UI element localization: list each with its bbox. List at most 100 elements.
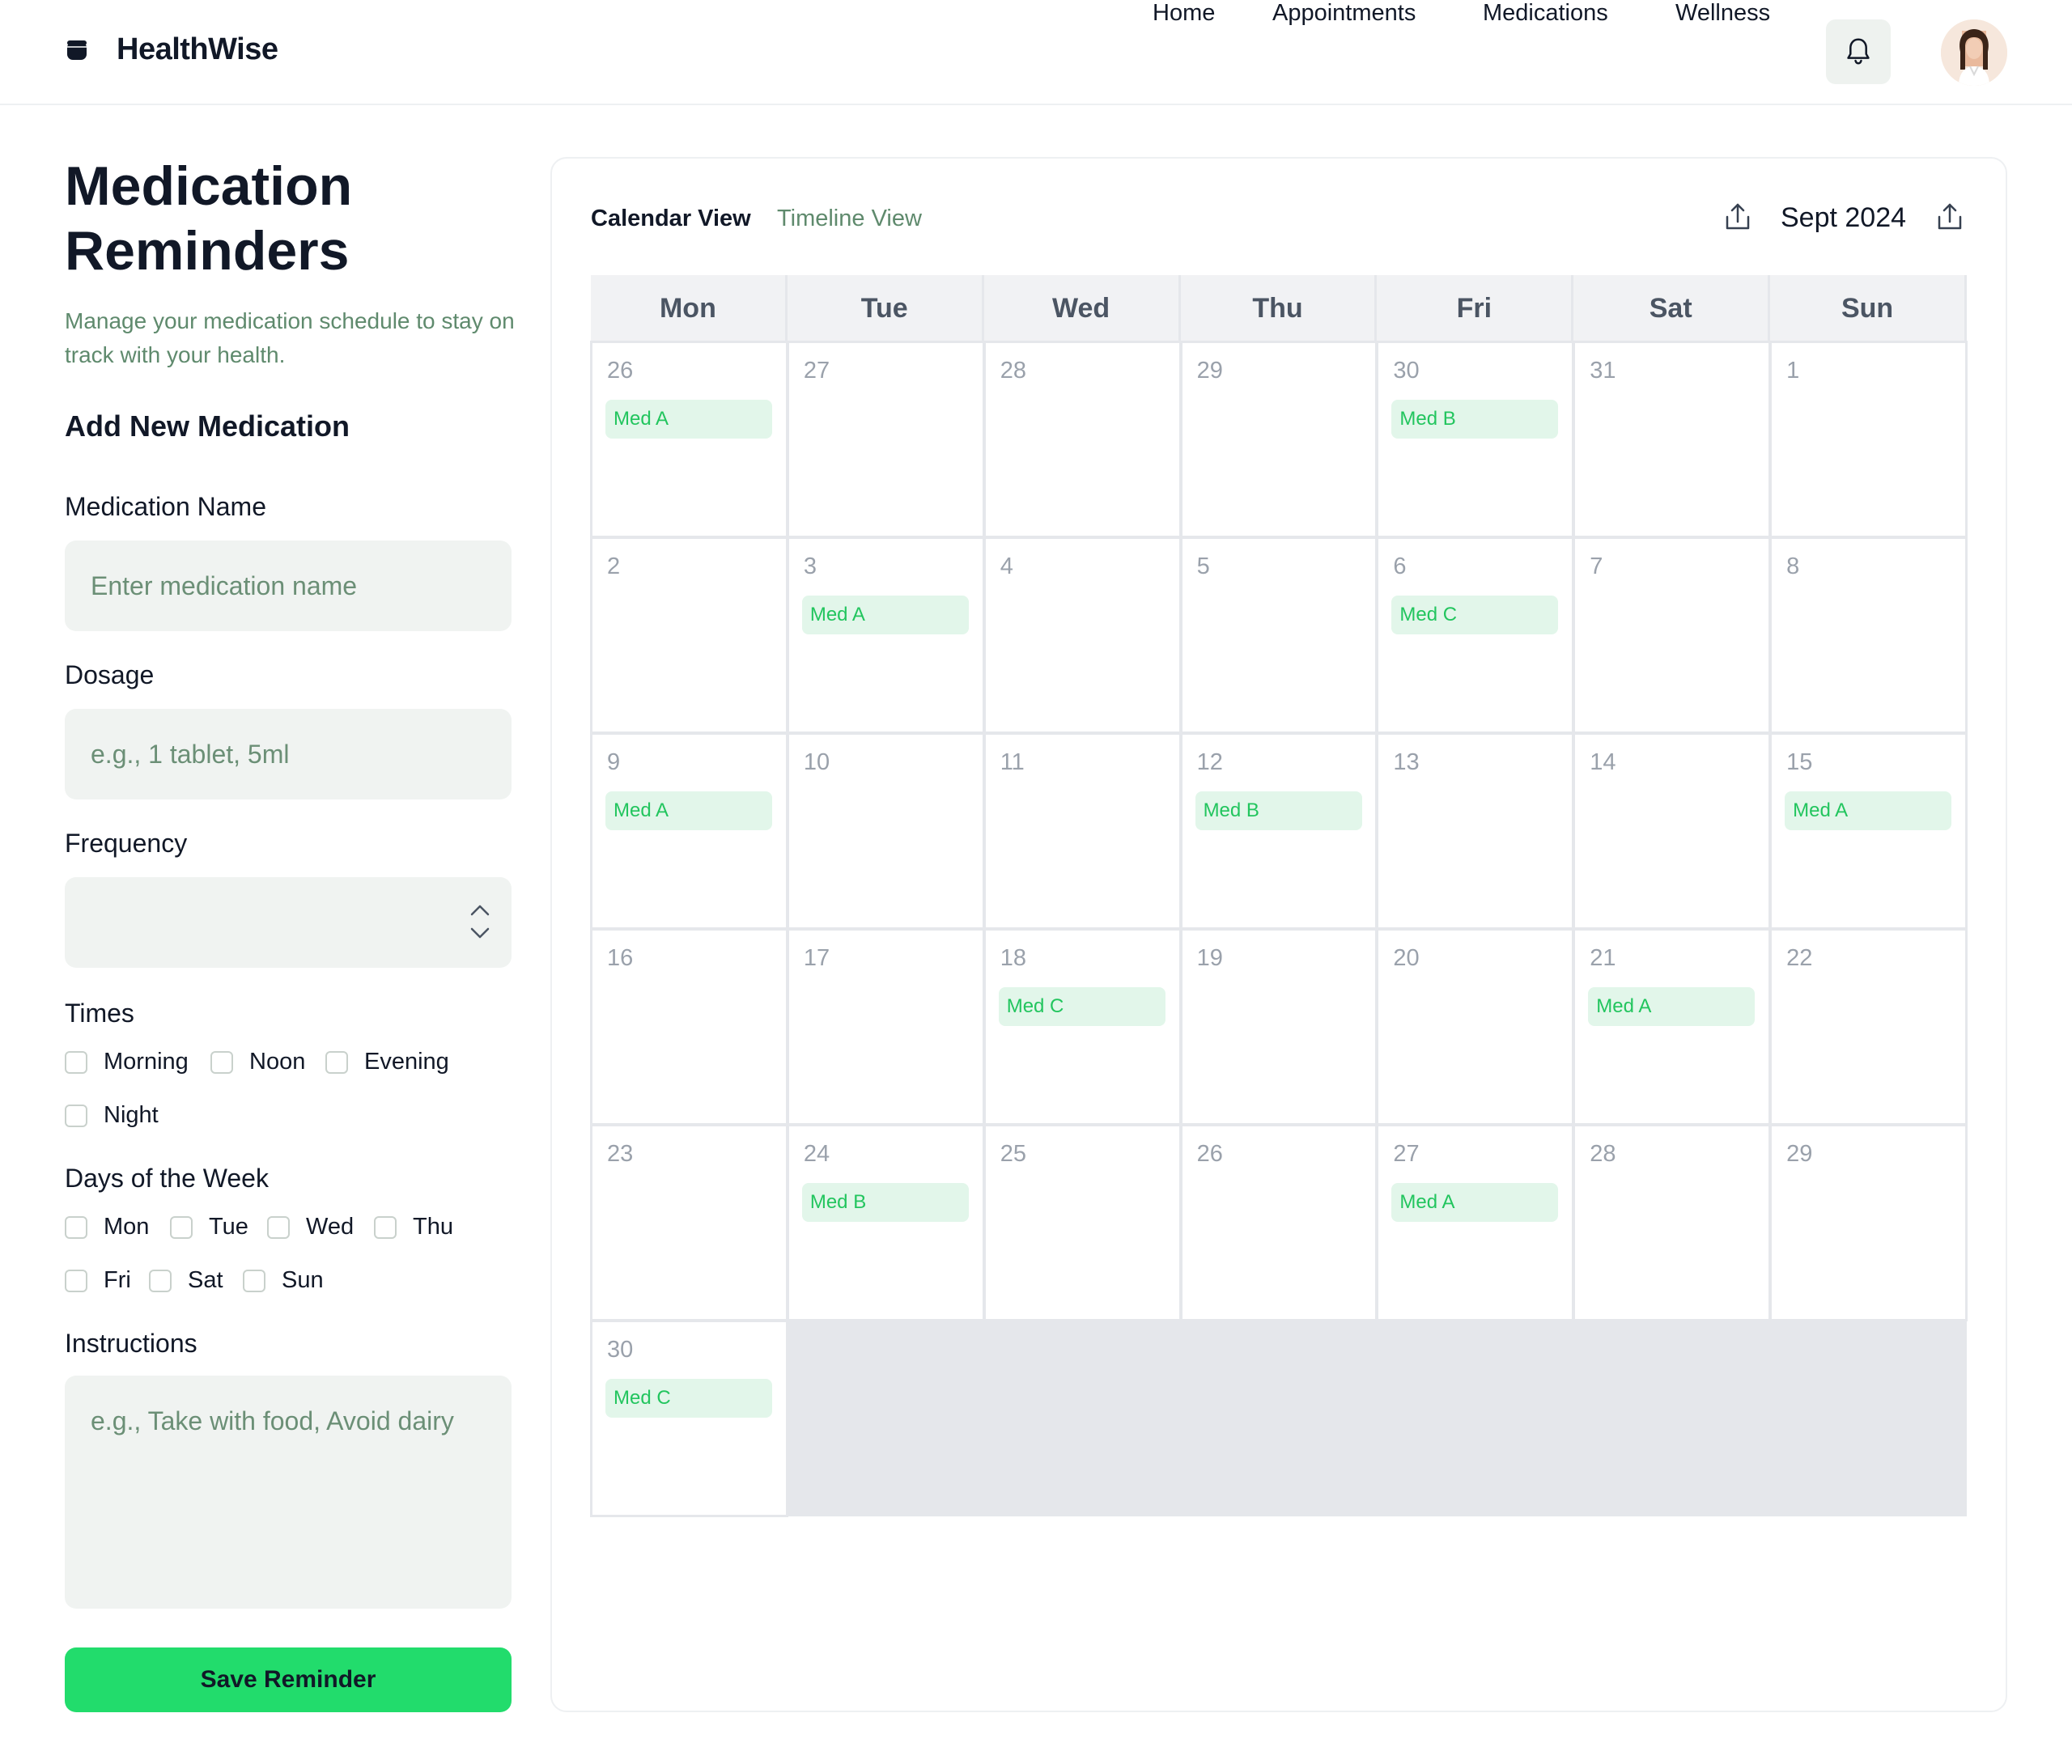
checkbox-label: Sat <box>188 1267 223 1293</box>
checkbox[interactable] <box>65 1269 87 1292</box>
calendar-day-cell[interactable]: 3 Med A <box>786 536 985 734</box>
medication-event-tag[interactable]: Med A <box>801 596 969 634</box>
medication-event-tag[interactable]: Med A <box>1391 1183 1559 1222</box>
tab-calendar-view[interactable]: Calendar View <box>591 206 751 232</box>
calendar-day-cell[interactable]: 5 <box>1179 536 1378 734</box>
checkbox[interactable] <box>243 1269 265 1292</box>
day-option-fri[interactable]: Fri <box>65 1267 131 1294</box>
calendar-day-cell[interactable]: 10 <box>786 732 985 930</box>
calendar-day-cell[interactable]: 15 Med A <box>1769 732 1968 930</box>
checkbox[interactable] <box>65 1215 87 1239</box>
calendar-day-cell[interactable]: 29 <box>1769 1124 1968 1321</box>
calendar-day-cell[interactable]: 22 <box>1769 928 1968 1126</box>
empty-calendar-slot <box>1573 1321 1771 1516</box>
calendar-day-cell[interactable]: 12 Med B <box>1179 732 1378 930</box>
user-avatar[interactable] <box>1941 19 2007 86</box>
save-reminder-button[interactable]: Save Reminder <box>65 1647 512 1712</box>
share-upload-icon[interactable] <box>1724 202 1751 231</box>
brand-logo[interactable]: HealthWise <box>65 32 278 67</box>
instructions-label: Instructions <box>65 1329 197 1358</box>
calendar-day-cell[interactable]: 29 <box>1179 341 1378 538</box>
calendar-day-cell[interactable]: 1 <box>1769 341 1968 538</box>
notifications-button[interactable] <box>1826 19 1891 84</box>
empty-calendar-slot <box>1180 1321 1378 1516</box>
calendar-day-cell[interactable]: 26 <box>1179 1124 1378 1321</box>
day-option-mon[interactable]: Mon <box>65 1214 149 1240</box>
day-number: 9 <box>607 749 621 775</box>
time-option-morning[interactable]: Morning <box>65 1049 189 1075</box>
calendar-day-cell[interactable]: 31 <box>1573 341 1772 538</box>
checkbox[interactable] <box>149 1269 172 1292</box>
calendar-day-cell[interactable]: 2 <box>590 536 788 734</box>
calendar-day-cell[interactable]: 6 Med C <box>1376 536 1575 734</box>
medication-event-tag[interactable]: Med C <box>998 987 1166 1026</box>
calendar-day-cell[interactable]: 9 Med A <box>590 732 788 930</box>
current-month-label: Sept 2024 <box>1781 202 1907 233</box>
day-option-sun[interactable]: Sun <box>243 1267 324 1294</box>
calendar-day-cell[interactable]: 16 <box>590 928 788 1126</box>
calendar-day-cell[interactable]: 8 <box>1769 536 1968 734</box>
medication-event-tag[interactable]: Med C <box>1391 596 1559 634</box>
dosage-input[interactable] <box>65 709 512 799</box>
checkbox-label: Wed <box>306 1214 355 1240</box>
medication-event-tag[interactable]: Med C <box>605 1379 772 1418</box>
frequency-select[interactable] <box>65 877 512 968</box>
page-title-line2: Reminders <box>65 220 350 282</box>
checkbox[interactable] <box>210 1050 233 1074</box>
day-option-thu[interactable]: Thu <box>374 1214 453 1240</box>
share-upload-icon[interactable] <box>1936 202 1964 231</box>
nav-home[interactable]: Home <box>1153 0 1215 27</box>
calendar-day-cell[interactable]: 11 <box>983 732 1182 930</box>
medication-event-tag[interactable]: Med B <box>801 1183 969 1222</box>
calendar-day-cell[interactable]: 14 <box>1573 732 1772 930</box>
checkbox[interactable] <box>65 1050 87 1074</box>
page-subtitle: Manage your medication schedule to stay … <box>65 308 515 367</box>
calendar-day-cell[interactable]: 27 Med A <box>1376 1124 1575 1321</box>
calendar-day-cell[interactable]: 18 Med C <box>983 928 1182 1126</box>
time-option-evening[interactable]: Evening <box>325 1049 449 1075</box>
medication-event-tag[interactable]: Med A <box>605 791 772 830</box>
medication-event-tag[interactable]: Med A <box>605 400 772 439</box>
instructions-textarea[interactable] <box>65 1376 512 1609</box>
day-number: 31 <box>1590 358 1616 384</box>
day-number: 17 <box>803 945 830 971</box>
tab-timeline-view[interactable]: Timeline View <box>777 206 922 232</box>
calendar-day-cell[interactable]: 7 <box>1573 536 1772 734</box>
nav-appointments[interactable]: Appointments <box>1272 0 1416 27</box>
calendar-day-cell[interactable]: 23 <box>590 1124 788 1321</box>
checkbox[interactable] <box>267 1215 290 1239</box>
calendar-day-cell[interactable]: 20 <box>1376 928 1575 1126</box>
checkbox-label: Night <box>104 1102 159 1128</box>
nav-medications[interactable]: Medications <box>1483 0 1608 27</box>
nav-wellness[interactable]: Wellness <box>1675 0 1770 27</box>
time-option-night[interactable]: Night <box>65 1102 159 1129</box>
calendar-day-cell[interactable]: 17 <box>786 928 985 1126</box>
medication-event-tag[interactable]: Med A <box>1588 987 1756 1026</box>
calendar-day-cell[interactable]: 24 Med B <box>786 1124 985 1321</box>
calendar-day-cell[interactable]: 26 Med A <box>590 341 788 538</box>
calendar-day-cell[interactable]: 30 Med B <box>1376 341 1575 538</box>
checkbox[interactable] <box>65 1104 87 1127</box>
calendar-day-cell[interactable]: 13 <box>1376 732 1575 930</box>
day-option-tue[interactable]: Tue <box>170 1214 248 1240</box>
medication-name-input[interactable] <box>65 541 512 631</box>
checkbox[interactable] <box>170 1215 193 1239</box>
day-number: 19 <box>1196 945 1223 971</box>
calendar-day-cell[interactable]: 30 Med C <box>590 1320 788 1517</box>
day-option-wed[interactable]: Wed <box>267 1214 354 1240</box>
medication-event-tag[interactable]: Med A <box>1785 791 1952 830</box>
calendar-day-cell[interactable]: 28 <box>983 341 1182 538</box>
day-number: 1 <box>1786 358 1800 384</box>
calendar-day-cell[interactable]: 28 <box>1573 1124 1772 1321</box>
checkbox[interactable] <box>374 1215 397 1239</box>
calendar-day-cell[interactable]: 27 <box>786 341 985 538</box>
calendar-day-cell[interactable]: 25 <box>983 1124 1182 1321</box>
medication-event-tag[interactable]: Med B <box>1391 400 1559 439</box>
day-option-sat[interactable]: Sat <box>149 1267 223 1294</box>
time-option-noon[interactable]: Noon <box>210 1049 305 1075</box>
calendar-day-cell[interactable]: 19 <box>1179 928 1378 1126</box>
medication-event-tag[interactable]: Med B <box>1195 791 1362 830</box>
checkbox[interactable] <box>325 1050 348 1074</box>
calendar-day-cell[interactable]: 21 Med A <box>1573 928 1772 1126</box>
calendar-day-cell[interactable]: 4 <box>983 536 1182 734</box>
